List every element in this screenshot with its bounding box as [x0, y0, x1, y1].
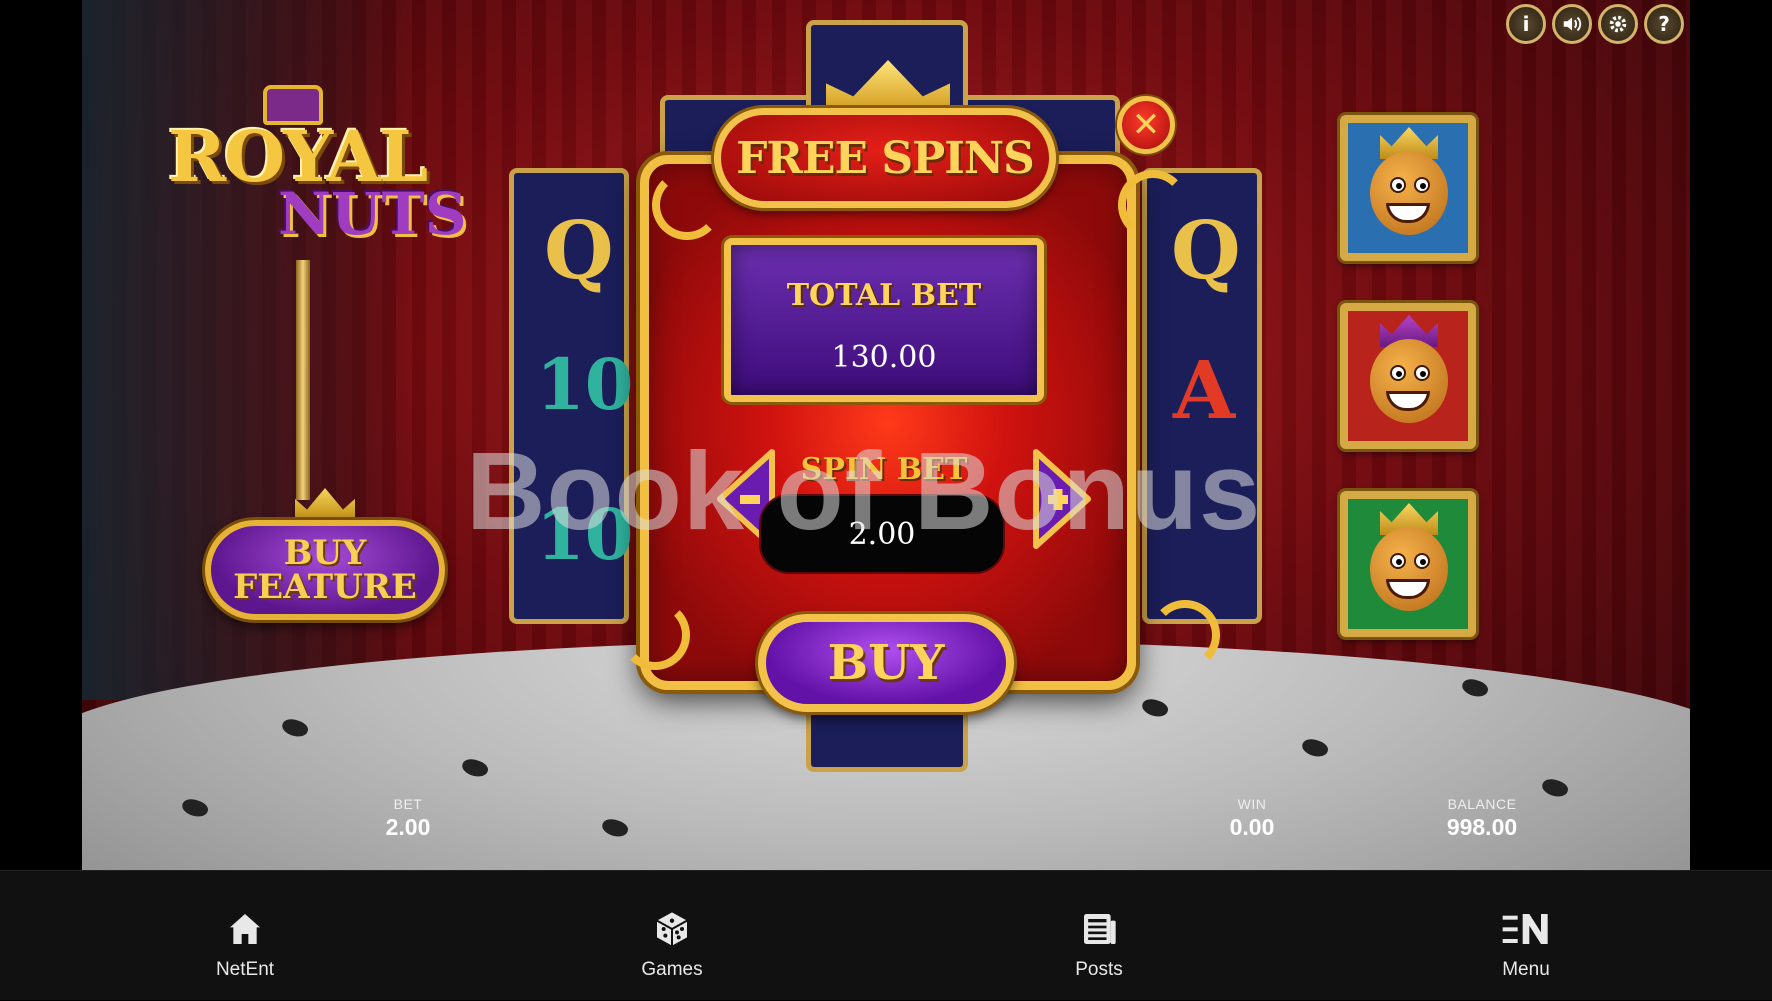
portrait-king — [1340, 115, 1476, 261]
scroll-ornament-tl — [652, 170, 722, 240]
reel-symbol-q: Q — [544, 203, 614, 297]
win-value: 0.00 — [1229, 814, 1275, 840]
buy-feature-button[interactable]: BUY FEATURE — [205, 520, 445, 620]
scroll-ornament-bl — [620, 600, 690, 670]
nav-menu[interactable]: Menu — [1446, 871, 1606, 1001]
total-bet-label: TOTAL BET — [786, 278, 982, 313]
scroll-ornament-br — [1150, 600, 1220, 670]
close-button[interactable]: ✕ — [1117, 96, 1175, 154]
logo-pole — [296, 260, 310, 500]
nav-games-label: Games — [641, 959, 703, 980]
reel-left: Q 10 10 — [509, 168, 633, 624]
info-icon[interactable]: i — [1506, 4, 1546, 44]
watermark: Book of Bonus — [466, 430, 1262, 553]
game-stage: Q 10 10 Q A ROYAL NUTS BUY FEATURE i ? F… — [0, 0, 1772, 870]
bet-stat: BET 2.00 — [338, 796, 478, 841]
nav-posts-label: Posts — [1075, 959, 1123, 980]
menu-icon — [1502, 914, 1548, 944]
reel-symbol-a: A — [1173, 343, 1236, 437]
reel-symbol-10: 10 — [536, 343, 634, 426]
nav-netent-label: NetEnt — [215, 959, 275, 980]
portrait-judge — [1340, 303, 1476, 449]
win-stat: WIN 0.00 — [1182, 796, 1322, 841]
bottom-nav: NetEnt Games Posts Menu — [0, 870, 1772, 1000]
portrait-jester — [1340, 491, 1476, 637]
balance-label: BALANCE — [1447, 796, 1517, 812]
sound-icon[interactable] — [1552, 4, 1592, 44]
newspaper-icon — [1084, 914, 1116, 944]
nav-games[interactable]: Games — [592, 871, 752, 1001]
scroll-ornament-tr — [1118, 170, 1188, 240]
help-icon[interactable]: ? — [1644, 4, 1684, 44]
free-spins-dialog — [640, 155, 1136, 690]
nav-posts[interactable]: Posts — [1019, 871, 1179, 1001]
logo-title-line2: NUTS — [278, 180, 467, 248]
bet-value: 2.00 — [385, 814, 431, 840]
balance-stat: BALANCE 998.00 — [1402, 796, 1562, 841]
total-bet-value: 130.00 — [831, 340, 937, 375]
royal-nuts-logo: ROYAL NUTS — [168, 85, 478, 265]
settings-icon[interactable] — [1598, 4, 1638, 44]
total-bet-panel — [724, 238, 1044, 402]
top-controls: i ? — [1506, 4, 1684, 44]
balance-value: 998.00 — [1446, 814, 1518, 840]
nav-netent[interactable]: NetEnt — [165, 871, 325, 1001]
bet-label: BET — [393, 796, 423, 812]
home-icon — [230, 914, 260, 944]
win-label: WIN — [1237, 796, 1267, 812]
nav-menu-label: Menu — [1502, 959, 1550, 980]
dice-icon — [656, 912, 688, 946]
buy-button[interactable]: BUY — [758, 614, 1014, 712]
dialog-title: FREE SPINS — [714, 108, 1056, 208]
